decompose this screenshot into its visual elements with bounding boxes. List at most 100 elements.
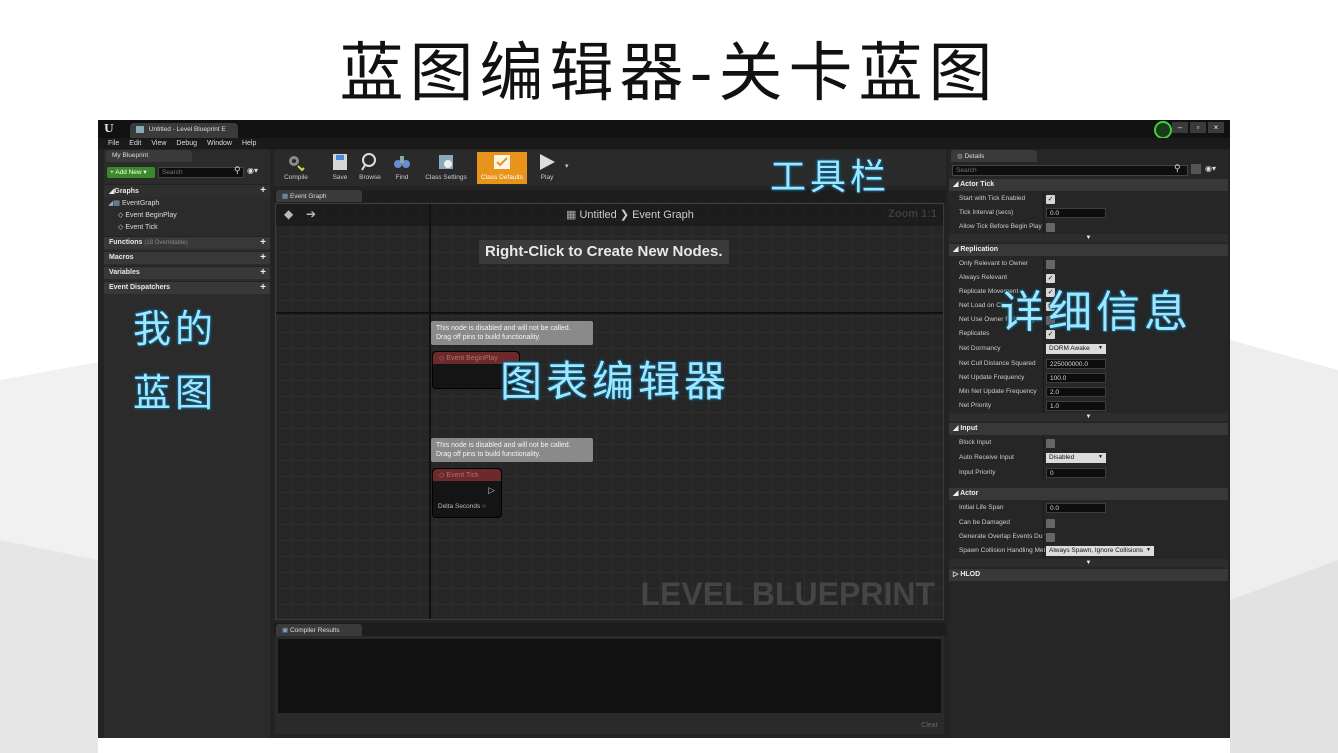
add-graph-icon[interactable]: + (260, 185, 266, 196)
add-macro-icon[interactable]: + (260, 252, 266, 263)
class-settings-button[interactable]: Class Settings (422, 152, 470, 184)
net-dormancy-dropdown[interactable]: DORM Awake ▼ (1046, 344, 1106, 354)
grid-view-icon[interactable] (1191, 164, 1201, 174)
start-tick-checkbox[interactable]: ✓ (1046, 195, 1055, 204)
tab-details[interactable]: ◍ Details (951, 150, 1037, 162)
initial-life-span-input[interactable]: 0.0 (1046, 503, 1106, 513)
search-icon[interactable]: ⚲ (234, 165, 241, 176)
annotation-blueprint: 蓝图 (133, 371, 218, 415)
tree-item-event-beginplay[interactable]: ◇ Event BeginPlay (118, 211, 177, 219)
document-tab-label: Untitled - Level Blueprint E (148, 126, 226, 134)
menu-debug[interactable]: Debug (176, 138, 197, 149)
browse-label: Browse (359, 174, 381, 181)
my-blueprint-tab[interactable]: My Blueprint (106, 150, 192, 162)
minimize-button[interactable]: – (1172, 122, 1188, 133)
event-tick-node-header: ◇ Event Tick (433, 469, 501, 481)
close-button[interactable]: × (1208, 122, 1224, 133)
comment-line1: This node is disabled and will not be ca… (436, 442, 571, 449)
add-variable-icon[interactable]: + (260, 267, 266, 278)
add-new-button[interactable]: + Add New ▾ (107, 167, 155, 178)
section-hlod[interactable]: ▷ HLOD (949, 569, 1228, 581)
tab-compiler-results[interactable]: ▣ Compiler Results (276, 624, 362, 636)
event-tick-node[interactable]: ◇ Event Tick ▷ Delta Seconds ○ (432, 468, 502, 518)
add-function-icon[interactable]: + (260, 237, 266, 248)
play-options-chevron-icon[interactable]: ▾ (565, 162, 569, 170)
only-relevant-owner-checkbox[interactable] (1046, 260, 1055, 269)
menu-edit[interactable]: Edit (129, 138, 141, 149)
block-input-checkbox[interactable] (1046, 439, 1055, 448)
prop-label: Allow Tick Before Begin Play (959, 223, 1042, 230)
blueprint-doc-icon (136, 126, 144, 133)
prop-gen-overlap: Generate Overlap Events During Level Str… (949, 530, 1228, 544)
source-control-icon[interactable] (1154, 121, 1172, 139)
compiler-results-tab-strip: ▣ Compiler Results (274, 623, 946, 636)
compile-icon (289, 156, 305, 172)
prop-label: Net Update Frequency (959, 374, 1025, 381)
maximize-button[interactable]: ▫ (1190, 122, 1206, 133)
min-net-update-input[interactable]: 2.0 (1046, 387, 1106, 397)
section-actor-tick[interactable]: ◢ Actor Tick (949, 179, 1228, 191)
details-search-input[interactable]: Search (952, 165, 1188, 176)
functions-label: Functions (109, 239, 143, 246)
section-replication[interactable]: ◢ Replication (949, 244, 1228, 256)
menu-window[interactable]: Window (207, 138, 232, 149)
browse-button[interactable]: Browse (356, 152, 384, 184)
unreal-logo-icon: U (104, 122, 114, 135)
section-input[interactable]: ◢ Input (949, 423, 1228, 435)
gen-overlap-checkbox[interactable] (1046, 533, 1055, 542)
graph-editor[interactable]: ◆ ➔ ▦ Untitled ❯ Event Graph Zoom 1:1 Ri… (275, 203, 944, 620)
tree-item-event-tick[interactable]: ◇ Event Tick (118, 223, 158, 231)
expand-advanced-icon[interactable]: ▼ (949, 234, 1228, 242)
node-comment: This node is disabled and will not be ca… (431, 438, 593, 462)
functions-category[interactable]: Functions (18 Overridable) + (104, 236, 270, 249)
compile-button[interactable]: Compile (276, 152, 316, 184)
tree-item-eventgraph[interactable]: ◢▦ EventGraph (108, 199, 159, 207)
prop-allow-tick: Allow Tick Before Begin Play (949, 220, 1228, 234)
expand-advanced-icon[interactable]: ▼ (949, 559, 1228, 567)
graphs-category[interactable]: ◢Graphs + (104, 184, 270, 197)
play-button[interactable]: Play (532, 152, 562, 184)
graph-tab-label: Event Graph (289, 193, 327, 200)
add-dispatcher-icon[interactable]: + (260, 282, 266, 293)
net-priority-input[interactable]: 1.0 (1046, 401, 1106, 411)
float-pin-icon: ○ (482, 503, 487, 510)
tab-event-graph[interactable]: ▦ Event Graph (276, 190, 362, 202)
menu-help[interactable]: Help (242, 138, 256, 149)
event-dispatchers-category[interactable]: Event Dispatchers + (104, 281, 270, 294)
save-button[interactable]: Save (330, 152, 350, 184)
prop-label: Spawn Collision Handling Method (959, 547, 1045, 554)
menu-file[interactable]: File (108, 138, 119, 149)
macros-category[interactable]: Macros + (104, 251, 270, 264)
back-arrow-icon[interactable]: ◆ (284, 207, 293, 221)
search-placeholder: Search (162, 169, 183, 176)
exec-pin-icon[interactable]: ▷ (488, 485, 495, 496)
tick-interval-input[interactable]: 0.0 (1046, 208, 1106, 218)
class-defaults-button[interactable]: Class Defaults (477, 152, 527, 184)
find-button[interactable]: Find (392, 152, 412, 184)
document-tab[interactable]: Untitled - Level Blueprint E (130, 123, 238, 138)
details-search-placeholder: Search (956, 167, 977, 174)
spawn-collision-dropdown[interactable]: Always Spawn, Ignore Collisions ▼ (1046, 546, 1154, 556)
play-icon (540, 154, 555, 170)
net-update-input[interactable]: 100.0 (1046, 373, 1106, 383)
graph-header: ◆ ➔ ▦ Untitled ❯ Event Graph Zoom 1:1 (276, 204, 943, 226)
clear-button[interactable]: Clear (921, 722, 938, 729)
my-blueprint-search[interactable]: Search (158, 167, 244, 178)
can-be-damaged-checkbox[interactable] (1046, 519, 1055, 528)
view-options-icon[interactable]: ◉▾ (247, 166, 258, 175)
section-actor[interactable]: ◢ Actor (949, 488, 1228, 500)
prop-label: Auto Receive Input (959, 454, 1014, 461)
breadcrumb-root[interactable]: Untitled (579, 209, 616, 221)
auto-receive-dropdown[interactable]: Disabled ▼ (1046, 453, 1106, 463)
search-icon[interactable]: ⚲ (1174, 163, 1181, 174)
variables-category[interactable]: Variables + (104, 266, 270, 279)
delta-seconds-pin[interactable]: Delta Seconds ○ (438, 503, 486, 510)
input-priority-input[interactable]: 0 (1046, 468, 1106, 478)
menu-view[interactable]: View (151, 138, 166, 149)
eye-view-icon[interactable]: ◉▾ (1205, 164, 1216, 173)
expand-advanced-icon[interactable]: ▼ (949, 413, 1228, 421)
allow-tick-checkbox[interactable] (1046, 223, 1055, 232)
net-cull-input[interactable]: 225000000.0 (1046, 359, 1106, 369)
forward-arrow-icon[interactable]: ➔ (306, 207, 316, 221)
annotation-details: 详细信息 (1000, 287, 1192, 338)
